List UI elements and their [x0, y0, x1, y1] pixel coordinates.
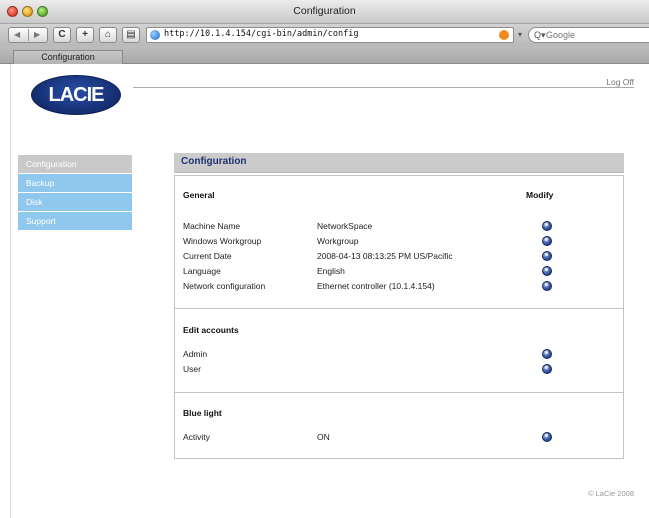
- print-button[interactable]: ▤: [122, 27, 140, 43]
- section-general: General Modify Machine Name NetworkSpace…: [175, 176, 623, 309]
- panel-header: Configuration: [174, 153, 624, 173]
- row-value: 2008-04-13 08:13:25 PM US/Pacific: [317, 251, 453, 261]
- table-row: Activity ON: [175, 432, 623, 447]
- search-icon: Q▾: [534, 30, 546, 40]
- section-edit-accounts: Edit accounts Admin User: [175, 309, 623, 393]
- search-field[interactable]: Q▾: [528, 27, 649, 43]
- section-title: Edit accounts: [183, 325, 239, 335]
- sidebar-item-support[interactable]: Support: [18, 212, 132, 231]
- row-value: ON: [317, 432, 330, 442]
- modify-icon[interactable]: [542, 221, 552, 231]
- section-blue-light: Blue light Activity ON: [175, 393, 623, 459]
- divider: [28, 29, 29, 41]
- table-row: Admin: [175, 349, 623, 364]
- forward-arrow-icon[interactable]: ▶: [34, 28, 40, 42]
- sidebar-item-backup[interactable]: Backup: [18, 174, 132, 193]
- row-value: NetworkSpace: [317, 221, 373, 231]
- page-edge: [10, 64, 11, 518]
- table-row: Network configuration Ethernet controlle…: [175, 281, 623, 296]
- print-icon: ▤: [126, 29, 136, 40]
- row-value: English: [317, 266, 345, 276]
- rss-icon[interactable]: [499, 30, 509, 40]
- row-label: Windows Workgroup: [183, 236, 262, 246]
- table-row: User: [175, 364, 623, 379]
- row-label: Language: [183, 266, 221, 276]
- row-label: Activity: [183, 432, 210, 442]
- modify-icon[interactable]: [542, 266, 552, 276]
- tab-configuration[interactable]: Configuration: [13, 50, 123, 64]
- home-button[interactable]: ⌂: [99, 27, 117, 43]
- home-icon: ⌂: [104, 29, 112, 40]
- window-title: Configuration: [293, 5, 356, 17]
- table-row: Language English: [175, 266, 623, 281]
- modify-icon[interactable]: [542, 349, 552, 359]
- back-arrow-icon[interactable]: ◀: [14, 28, 20, 42]
- lacie-logo: LACIE: [31, 75, 121, 117]
- modify-icon[interactable]: [542, 236, 552, 246]
- row-label: Machine Name: [183, 221, 241, 231]
- table-row: Current Date 2008-04-13 08:13:25 PM US/P…: [175, 251, 623, 266]
- add-bookmark-button[interactable]: +: [76, 27, 94, 43]
- row-label: Network configuration: [183, 281, 266, 291]
- snapback-icon[interactable]: ▾: [518, 27, 526, 43]
- page-title: Configuration: [181, 156, 247, 167]
- modify-column-header: Modify: [526, 190, 554, 200]
- copyright-text: © LaCie 2008: [588, 489, 634, 498]
- sidebar-nav: Configuration Backup Disk Support: [18, 155, 132, 231]
- modify-icon[interactable]: [542, 432, 552, 442]
- row-label: Current Date: [183, 251, 232, 261]
- search-input[interactable]: [546, 28, 646, 42]
- reload-button[interactable]: C: [53, 27, 71, 43]
- table-row: Machine Name NetworkSpace: [175, 221, 623, 236]
- tab-bar: Configuration: [0, 46, 649, 64]
- header-divider: [133, 87, 634, 88]
- logo-text: LACIE: [31, 75, 121, 115]
- section-title: Blue light: [183, 408, 222, 418]
- window-titlebar: Configuration: [0, 0, 649, 24]
- row-value: Ethernet controller (10.1.4.154): [317, 281, 435, 291]
- browser-toolbar: ◀ ▶ C + ⌂ ▤ http://10.1.4.154/cgi-bin/ad…: [0, 24, 649, 46]
- url-text[interactable]: http://10.1.4.154/cgi-bin/admin/config: [164, 29, 358, 39]
- sidebar-item-configuration[interactable]: Configuration: [18, 155, 132, 174]
- section-title: General: [183, 190, 215, 200]
- sidebar-item-disk[interactable]: Disk: [18, 193, 132, 212]
- config-panel: General Modify Machine Name NetworkSpace…: [174, 175, 624, 459]
- row-label: User: [183, 364, 201, 374]
- back-forward-buttons[interactable]: ◀ ▶: [8, 27, 48, 43]
- row-value: Workgroup: [317, 236, 359, 246]
- modify-icon[interactable]: [542, 251, 552, 261]
- modify-icon[interactable]: [542, 364, 552, 374]
- row-label: Admin: [183, 349, 208, 359]
- modify-icon[interactable]: [542, 281, 552, 291]
- globe-icon: [150, 30, 160, 40]
- table-row: Windows Workgroup Workgroup: [175, 236, 623, 251]
- log-off-link[interactable]: Log Off: [606, 77, 634, 87]
- address-bar[interactable]: http://10.1.4.154/cgi-bin/admin/config: [146, 27, 514, 43]
